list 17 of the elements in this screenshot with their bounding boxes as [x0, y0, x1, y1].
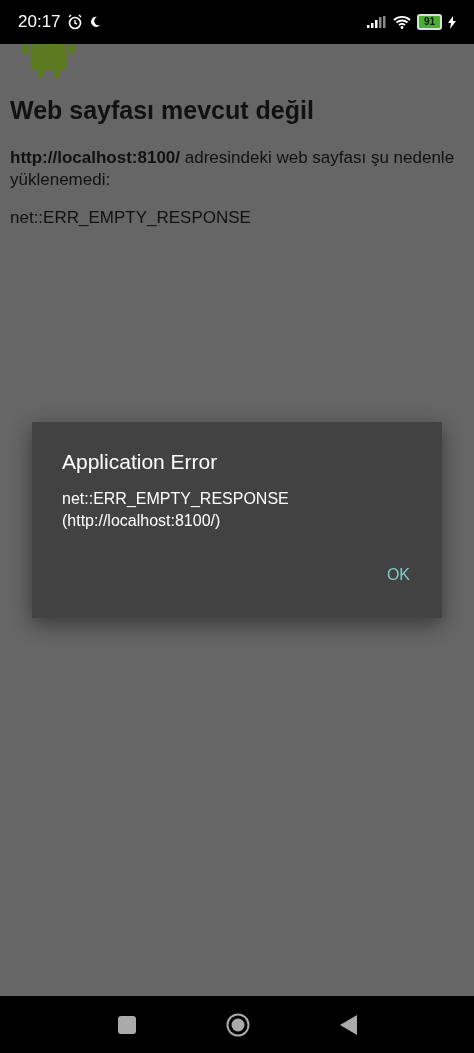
alarm-clock-icon	[66, 14, 83, 30]
moon-icon	[88, 16, 101, 28]
dialog-title: Application Error	[62, 450, 219, 474]
error-code: net::ERR_EMPTY_RESPONSE	[10, 207, 252, 229]
charging-bolt-icon	[448, 15, 456, 29]
error-description: http://localhost:8100/ adresindeki web sayfası şu nedenle yüklenemedi:	[10, 147, 456, 191]
wifi-icon	[392, 15, 411, 29]
back-icon[interactable]	[339, 1014, 357, 1035]
home-icon[interactable]	[225, 1012, 250, 1037]
status-time: 20:17	[18, 12, 61, 32]
recents-icon[interactable]	[117, 1015, 136, 1034]
battery-indicator: 91	[416, 14, 442, 30]
robot-icon	[22, 44, 76, 78]
page-title: Web sayfası mevcut değil	[10, 96, 315, 125]
dialog-message: net::ERR_EMPTY_RESPONSE (http://localhost:8100/)	[62, 489, 290, 531]
signal-icon	[366, 16, 387, 28]
ok-button[interactable]: OK	[376, 558, 420, 592]
